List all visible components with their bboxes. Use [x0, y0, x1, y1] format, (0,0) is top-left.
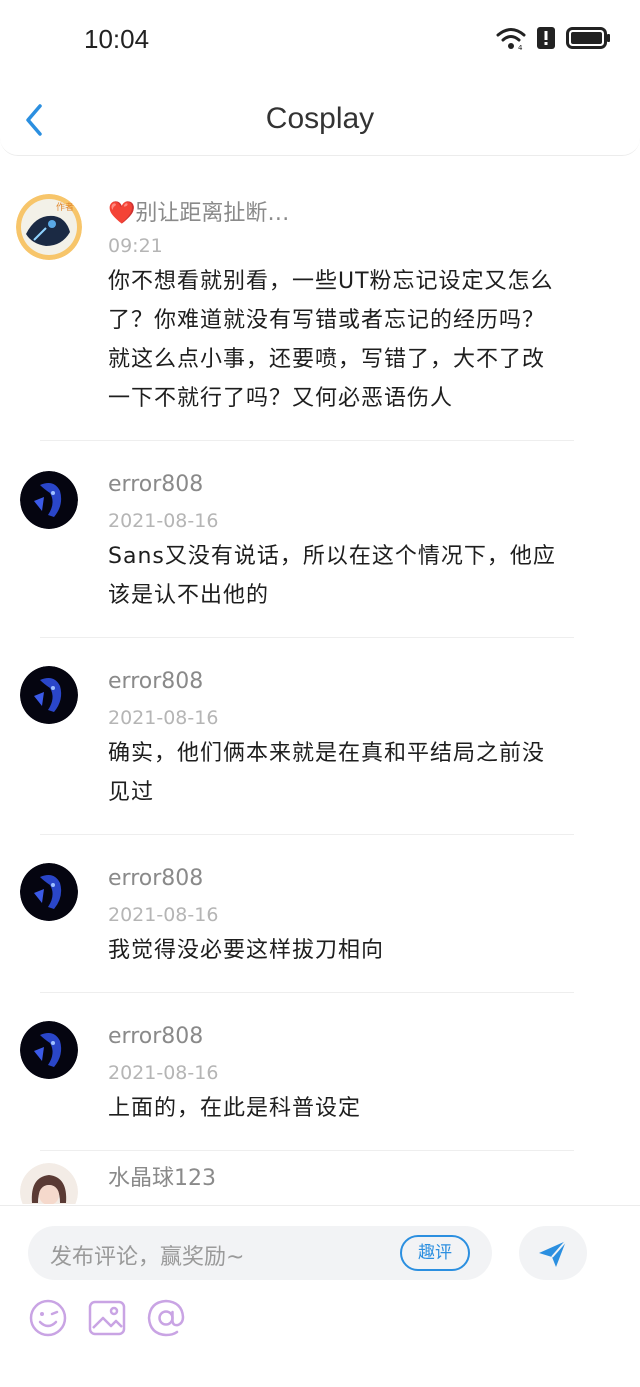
content-line: 就这么点小事，还要喷，写错了，大不了改 [108, 347, 546, 372]
avatar[interactable]: 作者 [16, 194, 82, 260]
comment-item: 作者 ❤️别让距离扯断… 09:21 你不想看就别看，一些UT粉忘记设定又怎么 … [0, 176, 640, 441]
avatar[interactable] [20, 863, 78, 921]
comment-input[interactable]: 发布评论，赢奖励~ 趣评 [28, 1226, 492, 1280]
content-line: 一下不就行了吗？又何必恶语伤人 [108, 386, 454, 411]
alert-icon [537, 27, 555, 49]
comment-username[interactable]: error808 [108, 638, 614, 698]
comment-list[interactable]: 作者 ❤️别让距离扯断… 09:21 你不想看就别看，一些UT粉忘记设定又怎么 … [0, 176, 640, 1204]
comment-username[interactable]: error808 [108, 835, 614, 895]
comment-username[interactable]: error808 [108, 441, 614, 501]
battery-icon [566, 27, 610, 49]
comment-time: 2021-08-16 [108, 707, 219, 729]
content-line: 我觉得没必要这样拔刀相向 [108, 938, 385, 963]
page-title: Cosplay [265, 102, 375, 135]
comment-time: 2021-08-16 [108, 510, 219, 532]
comment-composer: 发布评论，赢奖励~ 趣评 [0, 1205, 640, 1387]
content-line: 确实，他们俩本来就是在真和平结局之前没 [108, 741, 546, 766]
comment-time: 2021-08-16 [108, 1062, 219, 1084]
send-button[interactable] [519, 1226, 587, 1280]
send-icon [539, 1240, 567, 1267]
author-badge: 作者 [56, 201, 74, 213]
comment-content: 你不想看就别看，一些UT粉忘记设定又怎么 了？你难道就没有写错或者忘记的经历吗？… [108, 262, 614, 418]
nav-bar: Cosplay [0, 80, 640, 156]
comment-time: 09:21 [108, 235, 163, 257]
wifi-icon: 4 [496, 28, 526, 50]
comment-item: error808 2021-08-16 我觉得没必要这样拔刀相向 [0, 835, 640, 993]
content-line: 你不想看就别看，一些UT粉忘记设定又怎么 [108, 269, 554, 294]
avatar[interactable] [20, 471, 78, 529]
qp-button[interactable]: 趣评 [400, 1235, 470, 1271]
comment-username[interactable]: 水晶球123 [108, 1151, 614, 1195]
content-line: 了？你难道就没有写错或者忘记的经历吗？ [108, 308, 546, 333]
comment-time: 2021-08-16 [108, 904, 219, 926]
avatar[interactable] [20, 666, 78, 724]
svg-text:4: 4 [518, 44, 523, 50]
at-icon [147, 1299, 185, 1337]
comment-item: error808 2021-08-16 确实，他们俩本来就是在真和平结局之前没 … [0, 638, 640, 835]
avatar[interactable] [20, 1021, 78, 1079]
emoji-icon [29, 1299, 67, 1337]
emoji-button[interactable] [28, 1298, 68, 1338]
status-time: 10:04 [84, 24, 150, 54]
image-button[interactable] [87, 1298, 127, 1338]
content-line: Sans又没有说话，所以在这个情况下，他应 [108, 544, 556, 569]
comment-username[interactable]: ❤️别让距离扯断… [108, 176, 614, 230]
comment-content: 确实，他们俩本来就是在真和平结局之前没 见过 [108, 734, 614, 812]
mention-button[interactable] [146, 1298, 186, 1338]
comment-content: Sans又没有说话，所以在这个情况下，他应 该是认不出他的 [108, 537, 614, 615]
comment-placeholder: 发布评论，赢奖励~ [50, 1245, 245, 1270]
avatar[interactable] [20, 1163, 78, 1204]
comment-username[interactable]: error808 [108, 993, 614, 1053]
status-bar: 10:04 4 [0, 0, 640, 80]
status-icons: 4 [496, 26, 612, 50]
content-line: 上面的，在此是科普设定 [108, 1096, 362, 1121]
comment-item: error808 2021-08-16 上面的，在此是科普设定 [0, 993, 640, 1151]
comment-item: 水晶球123 [0, 1151, 640, 1204]
comment-content: 我觉得没必要这样拔刀相向 [108, 931, 614, 970]
comment-item: error808 2021-08-16 Sans又没有说话，所以在这个情况下，他… [0, 441, 640, 638]
comment-content: 上面的，在此是科普设定 [108, 1089, 614, 1128]
image-icon [88, 1300, 126, 1336]
content-line: 该是认不出他的 [108, 583, 270, 608]
content-line: 见过 [108, 780, 155, 805]
